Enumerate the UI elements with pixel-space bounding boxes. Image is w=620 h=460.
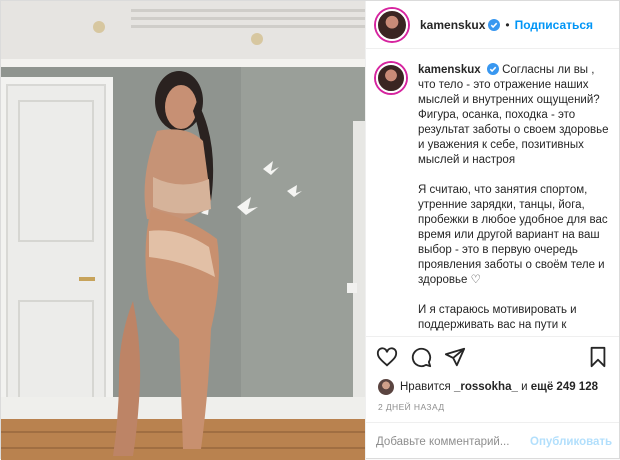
follow-button[interactable]: Подписаться xyxy=(515,18,593,32)
liker-avatar[interactable] xyxy=(378,379,394,395)
post-header: kamenskux • Подписаться xyxy=(366,1,619,49)
instagram-post: kamenskux • Подписаться kamenskux Соглас… xyxy=(0,0,620,460)
verified-badge-icon xyxy=(488,18,501,31)
caption-paragraph-2: Я считаю, что занятия спортом, утренние … xyxy=(418,184,608,286)
likes-prefix: Нравится xyxy=(400,381,451,393)
post-image xyxy=(1,1,365,460)
post-photo[interactable] xyxy=(1,1,365,460)
add-comment-bar: Опубликовать xyxy=(366,422,619,460)
separator-dot: • xyxy=(505,17,510,32)
caption-author-avatar[interactable] xyxy=(376,63,406,93)
save-button[interactable] xyxy=(587,346,609,368)
caption-username[interactable]: kamenskux xyxy=(418,64,481,76)
likes-row: Нравится _rossokha_ и ещё 249 128 xyxy=(366,376,619,398)
author-username[interactable]: kamenskux xyxy=(420,18,485,32)
post-sidebar: kamenskux • Подписаться kamenskux Соглас… xyxy=(365,1,619,460)
comment-input[interactable] xyxy=(376,435,530,448)
heart-icon xyxy=(376,346,398,366)
comment-button[interactable] xyxy=(410,346,432,368)
publish-button[interactable]: Опубликовать xyxy=(530,436,612,448)
caption-paragraph-1: kamenskux Согласны ли вы , что тело - эт… xyxy=(418,63,609,168)
caption-body-1: Согласны ли вы , что тело - это отражени… xyxy=(418,64,609,166)
action-bar xyxy=(366,336,619,376)
bookmark-icon xyxy=(590,346,606,367)
caption-paragraph-3: И я стараюсь мотивировать и поддерживать… xyxy=(418,304,602,336)
likes-count[interactable]: ещё 249 128 xyxy=(531,381,598,393)
verified-badge-icon xyxy=(486,63,499,75)
share-button[interactable] xyxy=(444,346,466,368)
like-button[interactable] xyxy=(376,346,398,368)
post-timestamp[interactable]: 2 дней назад xyxy=(366,398,619,422)
caption-section: kamenskux Согласны ли вы , что тело - эт… xyxy=(366,49,619,336)
caption-text: kamenskux Согласны ли вы , что тело - эт… xyxy=(418,63,609,336)
likes-middle: и xyxy=(521,381,528,393)
author-avatar[interactable] xyxy=(376,8,408,41)
comment-icon xyxy=(411,347,432,367)
liker-username[interactable]: _rossokha_ xyxy=(454,381,518,393)
share-icon xyxy=(444,347,466,366)
